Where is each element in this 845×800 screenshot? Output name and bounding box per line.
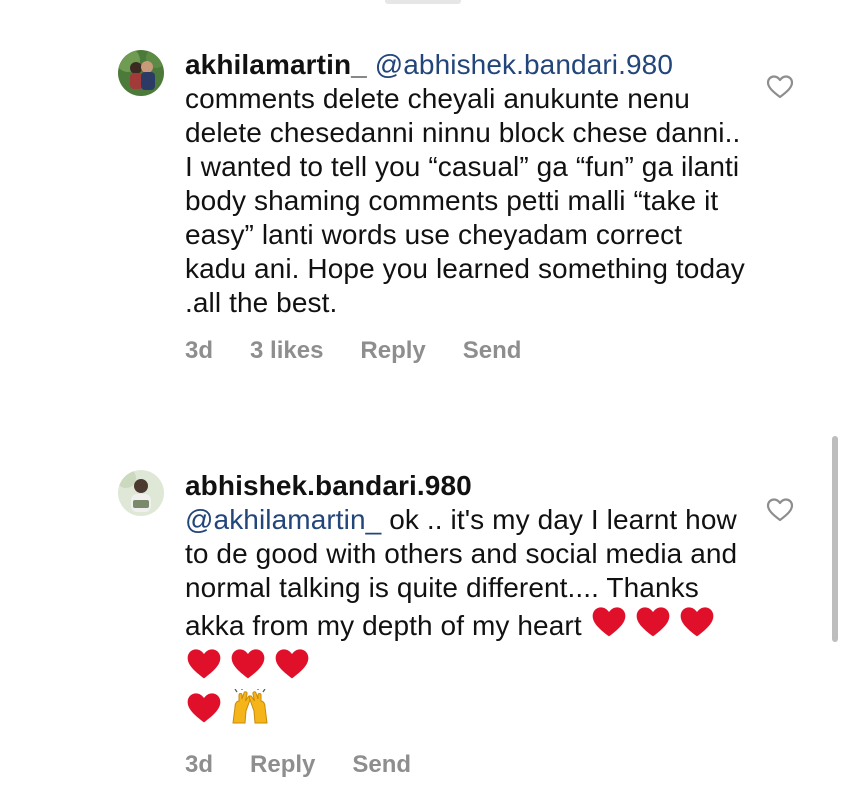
red-heart-emoji: [273, 647, 311, 689]
heart-outline-icon[interactable]: [766, 74, 794, 100]
comment-mention[interactable]: @abhishek.bandari.980: [375, 49, 673, 80]
comment-likes-count[interactable]: 3 likes: [250, 337, 323, 365]
sheet-drag-handle[interactable]: [385, 0, 461, 4]
avatar[interactable]: [118, 50, 164, 96]
send-button[interactable]: Send: [352, 751, 411, 779]
comment-actions: 3d 3 likes Reply Send: [185, 337, 745, 365]
scrollbar[interactable]: [832, 436, 838, 642]
comment-username[interactable]: akhilamartin_: [185, 49, 367, 80]
reply-button[interactable]: Reply: [360, 337, 425, 365]
comment-timestamp: 3d: [185, 751, 214, 778]
red-heart-emoji: [678, 605, 716, 647]
red-heart-emoji: [229, 647, 267, 689]
comment-mention[interactable]: @akhilamartin_: [185, 504, 381, 535]
comment-text: comments delete cheyali anukunte nenu de…: [185, 83, 745, 318]
raising-hands-emoji: [229, 687, 271, 733]
red-heart-emoji: [185, 691, 223, 733]
reply-button[interactable]: Reply: [250, 751, 315, 779]
comment-actions: 3d Reply Send: [185, 751, 745, 779]
heart-outline-icon[interactable]: [766, 497, 794, 523]
avatar[interactable]: [118, 470, 164, 516]
red-heart-emoji: [185, 647, 223, 689]
send-button[interactable]: Send: [463, 337, 522, 365]
comment-timestamp: 3d: [185, 337, 214, 364]
comment-username[interactable]: abhishek.bandari.980: [185, 469, 745, 503]
red-heart-emoji: [590, 605, 628, 647]
red-heart-emoji: [634, 605, 672, 647]
